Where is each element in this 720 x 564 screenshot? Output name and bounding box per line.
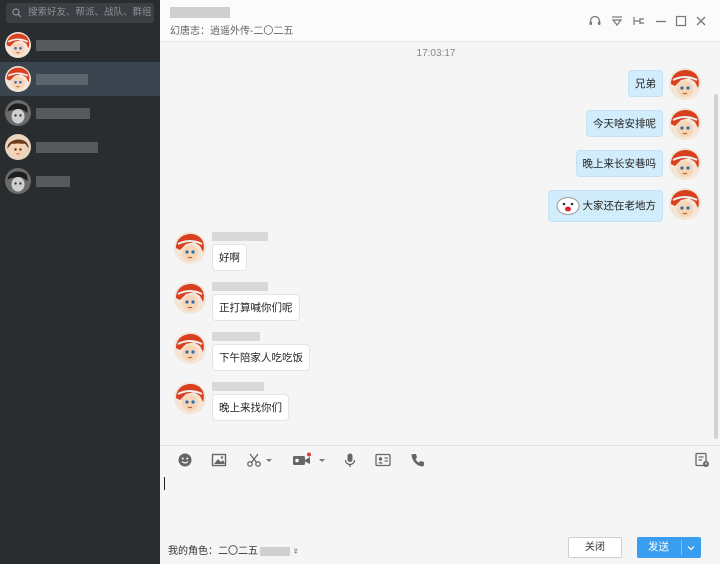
input-footer: 我的角色：二〇二五 ♀ 关闭 发送 <box>160 533 720 564</box>
contact-item[interactable] <box>0 28 160 62</box>
chat-header: 幻唐志：逍遥外传-二〇二五 <box>160 0 720 42</box>
avatar <box>5 66 31 92</box>
message-area: 17:03:17 兄弟 今天啥安排呢 晚上来长安巷吗 大家还在老地方 好啊 正打… <box>160 42 720 445</box>
my-role-label: 我的角色：二〇二五 ♀ <box>168 542 300 557</box>
input-toolbar <box>160 445 720 473</box>
send-button[interactable]: 发送 <box>637 537 701 558</box>
send-label: 发送 <box>648 541 669 553</box>
gender-icon: ♀ <box>292 546 300 557</box>
sender-name <box>212 332 260 341</box>
contacts-sidebar: 搜索好友、帮派、战队、群组 <box>0 0 160 564</box>
search-input[interactable]: 搜索好友、帮派、战队、群组 <box>6 3 154 23</box>
role-name: 二〇二五 <box>218 546 258 557</box>
minimize-icon[interactable] <box>654 14 668 28</box>
headset-icon[interactable] <box>588 14 602 28</box>
close-button[interactable]: 关闭 <box>568 537 622 558</box>
contact-item[interactable] <box>0 164 160 198</box>
close-icon[interactable] <box>694 14 708 28</box>
avatar <box>5 100 31 126</box>
scrollbar[interactable] <box>714 94 718 439</box>
pin-icon[interactable] <box>632 14 646 28</box>
contact-name <box>36 74 88 85</box>
sent-message-with-emoji: 大家还在老地方 <box>547 190 663 222</box>
search-placeholder: 搜索好友、帮派、战队、群组 <box>28 7 152 18</box>
contact-name <box>36 108 90 119</box>
friend-avatar[interactable] <box>174 332 206 364</box>
chevron-down-icon[interactable] <box>264 452 274 468</box>
text-caret <box>164 477 165 490</box>
search-icon <box>12 8 22 18</box>
maximize-icon[interactable] <box>674 14 688 28</box>
contact-item-selected[interactable] <box>0 62 160 96</box>
send-divider <box>681 540 682 555</box>
avatar <box>5 32 31 58</box>
chat-window: 幻唐志：逍遥外传-二〇二五 17:03:17 兄弟 今天啥安排呢 晚上来长安巷吗… <box>160 0 720 564</box>
received-message: 晚上来找你们 <box>212 394 289 421</box>
crying-emoji-icon <box>556 197 579 216</box>
chat-title <box>170 7 230 18</box>
image-icon[interactable] <box>211 452 227 468</box>
contact-name <box>36 40 80 51</box>
message-input[interactable] <box>160 473 720 533</box>
sent-message: 兄弟 <box>628 70 663 97</box>
sent-message: 晚上来长安巷吗 <box>575 150 663 177</box>
role-name-masked <box>260 546 290 556</box>
contact-item[interactable] <box>0 130 160 164</box>
friend-avatar[interactable] <box>174 282 206 314</box>
self-avatar[interactable] <box>669 108 701 140</box>
message-timestamp: 17:03:17 <box>416 48 456 59</box>
scissors-icon[interactable] <box>246 452 262 468</box>
sent-message: 今天啥安排呢 <box>586 110 663 137</box>
self-avatar[interactable] <box>669 148 701 180</box>
contact-name <box>36 142 98 153</box>
sent-message-text: 大家还在老地方 <box>582 200 657 212</box>
phone-icon[interactable] <box>410 452 426 468</box>
contact-name <box>36 176 70 187</box>
sender-name <box>212 232 268 241</box>
contact-item[interactable] <box>0 96 160 130</box>
chat-subtitle: 幻唐志：逍遥外传-二〇二五 <box>170 26 294 37</box>
friend-avatar[interactable] <box>174 232 206 264</box>
sender-name <box>212 382 264 391</box>
self-avatar[interactable] <box>669 68 701 100</box>
emoji-icon[interactable] <box>177 452 193 468</box>
chevron-down-icon[interactable] <box>686 543 696 553</box>
chat-history-icon[interactable] <box>694 452 710 468</box>
received-message: 好啊 <box>212 244 247 271</box>
microphone-icon[interactable] <box>342 452 358 468</box>
role-prefix: 我的角色： <box>168 546 218 557</box>
video-call-icon[interactable] <box>292 452 312 468</box>
self-avatar[interactable] <box>669 188 701 220</box>
avatar <box>5 134 31 160</box>
avatar <box>5 168 31 194</box>
received-message: 正打算喊你们呢 <box>212 294 300 321</box>
contact-card-icon[interactable] <box>375 452 391 468</box>
sender-name <box>212 282 268 291</box>
chevron-down-icon[interactable] <box>317 452 327 468</box>
friend-avatar[interactable] <box>174 382 206 414</box>
filter-icon[interactable] <box>610 14 624 28</box>
received-message: 下午陪家人吃吃饭 <box>212 344 310 371</box>
